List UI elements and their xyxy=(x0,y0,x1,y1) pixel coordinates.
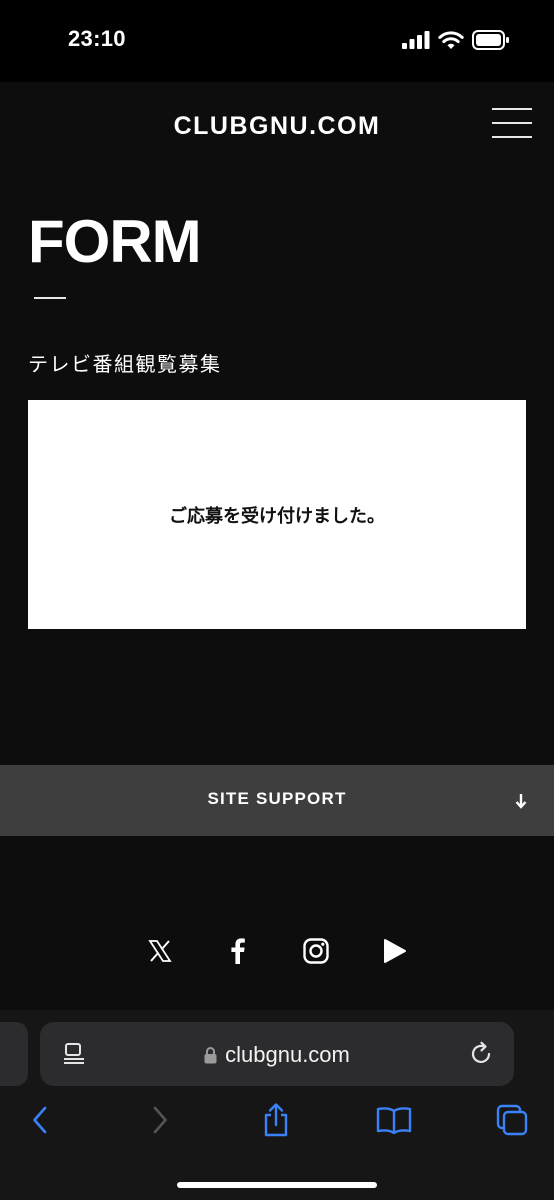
browser-bottom-bar: clubgnu.com xyxy=(0,1010,554,1200)
menu-line-icon xyxy=(492,122,532,124)
chevron-left-icon xyxy=(33,1106,47,1134)
status-icons xyxy=(402,30,510,50)
cellular-signal-icon xyxy=(402,31,430,49)
browser-toolbar xyxy=(0,1100,554,1140)
x-icon[interactable] xyxy=(146,937,174,965)
back-button[interactable] xyxy=(20,1100,60,1140)
book-icon xyxy=(376,1107,412,1134)
hamburger-menu-button[interactable] xyxy=(492,108,532,140)
youtube-play-icon[interactable] xyxy=(380,937,408,965)
heading-divider xyxy=(34,297,66,299)
tabs-icon xyxy=(496,1104,528,1136)
previous-tab-preview[interactable] xyxy=(0,1022,28,1086)
chevron-right-icon xyxy=(153,1106,167,1134)
reload-icon[interactable] xyxy=(468,1041,494,1067)
address-bar[interactable]: clubgnu.com xyxy=(40,1022,514,1086)
facebook-icon[interactable] xyxy=(224,937,252,965)
page-title: FORM xyxy=(28,208,202,275)
share-icon xyxy=(264,1103,288,1137)
status-bar: 23:10 xyxy=(0,0,554,82)
confirmation-box: ご応募を受け付けました。 xyxy=(28,400,526,629)
home-indicator xyxy=(177,1182,377,1188)
url-text: clubgnu.com xyxy=(225,1042,350,1067)
share-button[interactable] xyxy=(256,1100,296,1140)
form-subtitle: テレビ番組観覧募集 xyxy=(28,352,222,376)
social-links xyxy=(0,937,554,965)
confirmation-message: ご応募を受け付けました。 xyxy=(169,505,385,527)
menu-line-icon xyxy=(492,136,532,138)
menu-line-icon xyxy=(492,108,532,110)
lock-icon xyxy=(204,1046,217,1063)
instagram-icon[interactable] xyxy=(302,937,330,965)
forward-button[interactable] xyxy=(140,1100,180,1140)
wifi-icon xyxy=(438,30,464,49)
status-time: 23:10 xyxy=(68,26,126,51)
arrow-down-icon xyxy=(515,794,527,809)
bookmarks-button[interactable] xyxy=(374,1100,414,1140)
site-logo[interactable]: CLUBGNU.COM xyxy=(0,112,554,141)
site-support-label: SITE SUPPORT xyxy=(207,789,347,808)
battery-icon xyxy=(472,30,509,50)
web-page: CLUBGNU.COM FORM テレビ番組観覧募集 ご応募を受け付けました。 … xyxy=(0,82,554,1010)
site-support-accordion[interactable]: SITE SUPPORT xyxy=(0,765,554,836)
tabs-button[interactable] xyxy=(492,1100,532,1140)
url-display: clubgnu.com xyxy=(40,1042,514,1068)
